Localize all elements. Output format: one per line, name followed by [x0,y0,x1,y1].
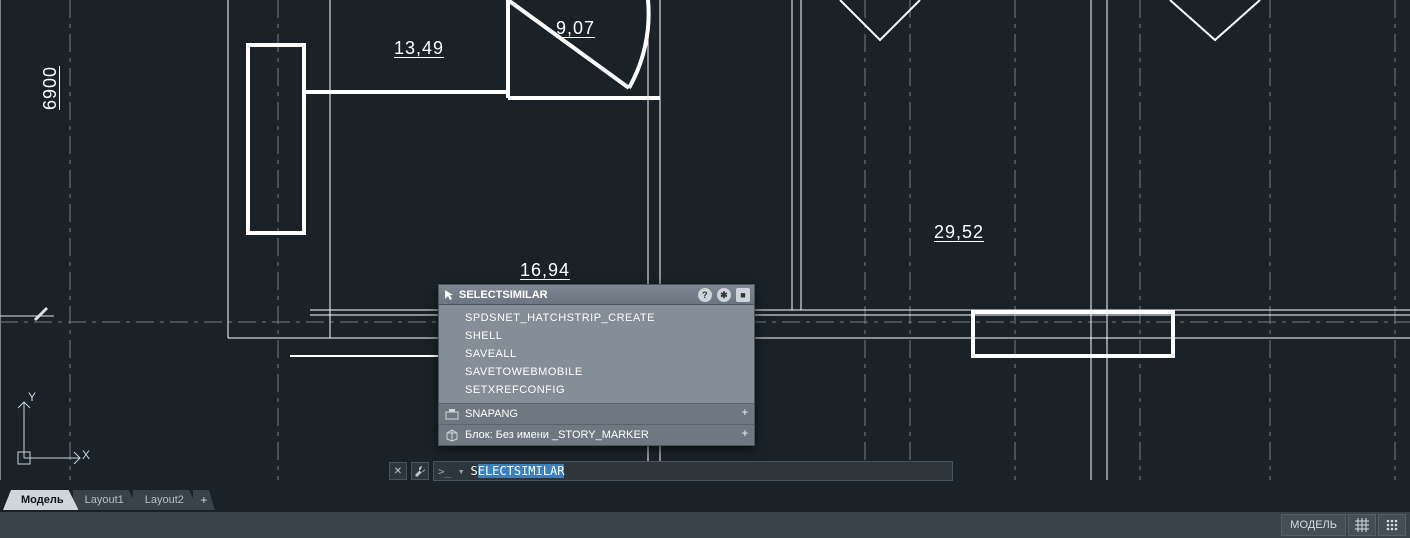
command-autocomplete-popup: SELECTSIMILAR ? ✱ ■ SPDSNET_HATCHSTRIP_C… [438,284,755,446]
tab-model[interactable]: Модель [3,490,79,510]
dimension-label: 16,94 [520,260,570,281]
stop-icon[interactable]: ■ [736,288,750,302]
autocomplete-item[interactable]: SAVEALL [439,345,754,363]
autocomplete-item[interactable]: SHELL [439,327,754,345]
command-line-input[interactable]: >_ ▾ SELECTSIMILAR [433,461,953,481]
autocomplete-item[interactable]: SPDSNET_HATCHSTRIP_CREATE [439,309,754,327]
dimension-label: 29,52 [934,222,984,243]
autocomplete-block-label: Блок: Без имени _STORY_MARKER [465,429,649,441]
commandline-text: SELECTSIMILAR [471,464,565,478]
help-icon[interactable]: ? [698,288,712,302]
add-layout-button[interactable]: + [193,490,215,510]
block-icon [445,428,459,442]
autocomplete-selected-label: SELECTSIMILAR [459,289,548,301]
expand-icon[interactable]: + [742,407,748,419]
layout-tabs: Модель Layout1 Layout2 + [3,486,215,510]
dimension-label: 9,07 [556,18,595,39]
cursor-icon [443,289,455,301]
autocomplete-list: SPDSNET_HATCHSTRIP_CREATE SHELL SAVEALL … [439,305,754,403]
customize-commandline-button[interactable] [411,462,429,480]
autocomplete-header: SELECTSIMILAR ? ✱ ■ [439,285,754,305]
sysvar-icon [445,407,459,421]
autocomplete-block-row[interactable]: Блок: Без имени _STORY_MARKER + [439,424,754,445]
command-line-row: ✕ >_ ▾ SELECTSIMILAR [389,461,1409,481]
snap-icon [1385,518,1399,532]
model-space-button[interactable]: МОДЕЛЬ [1281,514,1346,536]
tab-layout2[interactable]: Layout2 [133,490,199,510]
footer: Модель Layout1 Layout2 + МОДЕЛЬ [0,480,1410,538]
autocomplete-sysvar-label: SNAPANG [465,408,518,420]
ucs-x-label: X [82,448,90,462]
commandline-prompt-icon: >_ ▾ [438,465,465,478]
dimension-label: 6900 [40,66,61,110]
grid-display-button[interactable] [1348,514,1376,536]
tab-layout1[interactable]: Layout1 [73,490,139,510]
autocomplete-sysvar-row[interactable]: SNAPANG + [439,403,754,424]
wrench-icon [414,465,426,477]
ucs-y-label: Y [28,390,36,404]
grid-icon [1355,518,1369,532]
dimension-label: 13,49 [394,38,444,59]
close-commandline-button[interactable]: ✕ [389,462,407,480]
autocomplete-item[interactable]: SETXREFCONFIG [439,381,754,399]
status-bar: МОДЕЛЬ [0,511,1410,538]
autocomplete-item[interactable]: SAVETOWEBMOBILE [439,363,754,381]
expand-icon[interactable]: + [742,428,748,440]
globe-icon[interactable]: ✱ [717,288,731,302]
snap-mode-button[interactable] [1378,514,1406,536]
